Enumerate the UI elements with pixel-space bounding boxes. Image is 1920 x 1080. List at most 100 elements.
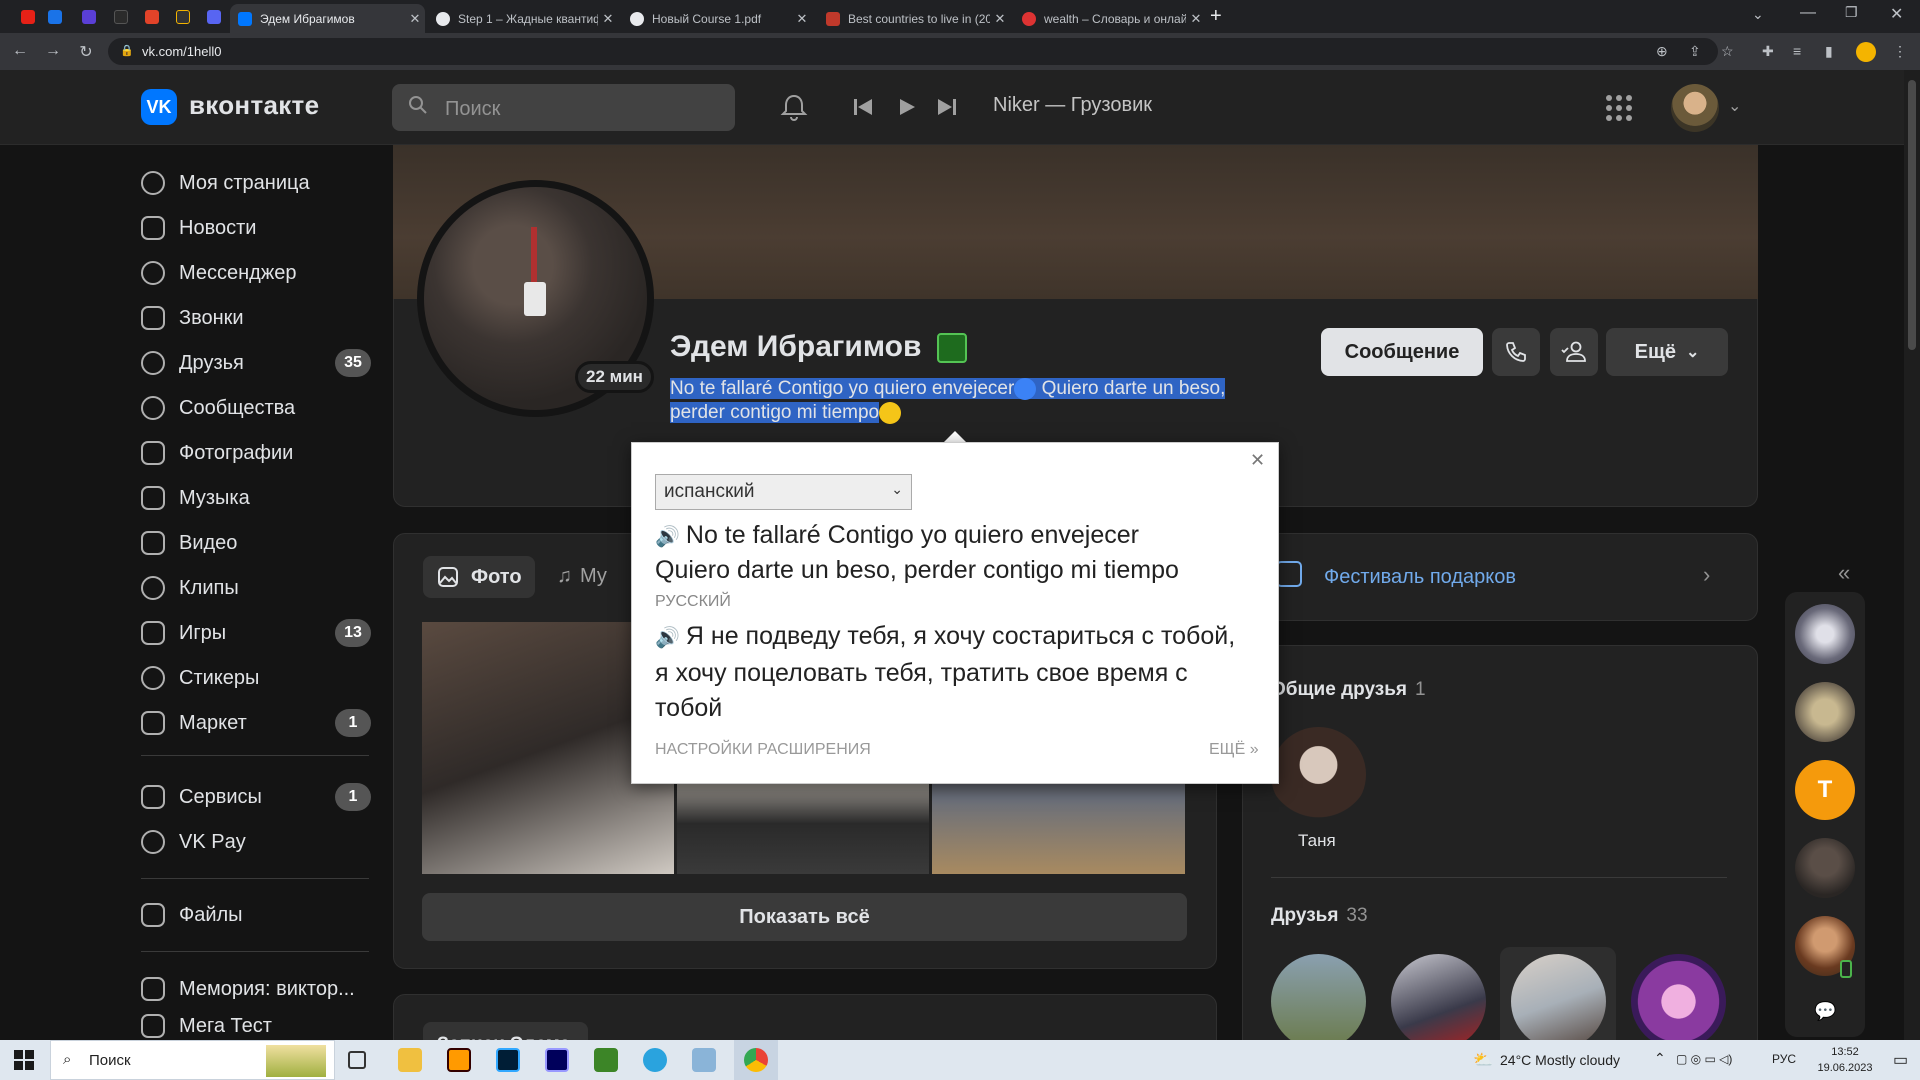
sidebar-item-messenger[interactable]: Мессенджер: [141, 253, 371, 293]
vk-wordmark[interactable]: вконтакте: [189, 90, 319, 121]
messenger-tab-icon[interactable]: [43, 6, 67, 28]
tray-icons[interactable]: ▢ ◎ ▭ ◁): [1676, 1052, 1732, 1066]
taskbar-search-input[interactable]: ⌕ Поиск: [50, 1040, 335, 1080]
sidepanel-icon[interactable]: ▮: [1825, 43, 1833, 60]
sidebar-item-games[interactable]: Игры 13: [141, 613, 371, 653]
more-link[interactable]: ЕЩЁ »: [1209, 741, 1259, 759]
notifications-icon[interactable]: ▭: [1893, 1050, 1908, 1070]
friend-avatar[interactable]: [1271, 954, 1366, 1049]
tab-search-icon[interactable]: ⌄: [1752, 6, 1764, 23]
close-icon[interactable]: ✕: [990, 11, 1010, 27]
friend-avatar[interactable]: [1391, 954, 1486, 1049]
weather-text[interactable]: 24°C Mostly cloudy: [1500, 1052, 1620, 1068]
clock[interactable]: 13:52 19.06.2023: [1810, 1044, 1880, 1076]
back-icon[interactable]: ←: [10, 42, 30, 60]
minimize-icon[interactable]: —: [1800, 4, 1816, 22]
profile-avatar-icon[interactable]: [1856, 42, 1876, 62]
minecraft-icon[interactable]: [594, 1048, 618, 1072]
premiere-icon[interactable]: [545, 1048, 569, 1072]
message-button[interactable]: Сообщение: [1321, 328, 1483, 376]
share-icon[interactable]: ⇪: [1689, 43, 1701, 60]
sidebar-item-files[interactable]: Файлы: [141, 895, 371, 935]
tab-photos[interactable]: Фото: [423, 556, 535, 598]
new-tab-icon[interactable]: +: [1210, 5, 1222, 28]
windows-start-icon[interactable]: [14, 1050, 34, 1070]
tab-music[interactable]: ♫ Му: [557, 565, 607, 588]
chevron-up-icon[interactable]: ⌃: [1654, 1050, 1666, 1067]
discord-tab-icon[interactable]: [202, 6, 226, 28]
chat-avatar-letter[interactable]: Т: [1795, 760, 1855, 820]
search-input[interactable]: Поиск: [392, 84, 735, 131]
sidebar-item-app-memoria[interactable]: Мемория: виктор...: [141, 969, 371, 1009]
sidebar-item-friends[interactable]: Друзья 35: [141, 343, 371, 383]
sidebar-item-video[interactable]: Видео: [141, 523, 371, 563]
sidebar-item-vkpay[interactable]: VK Pay: [141, 822, 371, 862]
reload-icon[interactable]: ↻: [76, 42, 96, 62]
window-close-icon[interactable]: ✕: [1890, 4, 1903, 24]
task-view-icon[interactable]: [348, 1051, 366, 1069]
sidebar-item-news[interactable]: Новости: [141, 208, 371, 248]
call-button[interactable]: [1492, 328, 1540, 376]
app-icon[interactable]: [692, 1048, 716, 1072]
next-track-icon[interactable]: [936, 97, 958, 117]
extensions-icon[interactable]: ✚: [1762, 43, 1774, 60]
zoom-icon[interactable]: ⊕: [1656, 43, 1668, 60]
chat-avatar[interactable]: [1795, 838, 1855, 898]
illustrator-icon[interactable]: [447, 1048, 471, 1072]
previous-track-icon[interactable]: [852, 97, 874, 117]
chat-avatar[interactable]: [1795, 682, 1855, 742]
friend-name[interactable]: Таня: [1298, 831, 1336, 851]
sidebar-item-stickers[interactable]: Стикеры: [141, 658, 371, 698]
close-icon[interactable]: ✕: [598, 11, 618, 27]
chat-bubble-icon[interactable]: 💬: [1814, 1001, 1836, 1022]
sidebar-item-services[interactable]: Сервисы 1: [141, 777, 371, 817]
source-language-select[interactable]: испанский ⌄: [655, 474, 912, 510]
omnibox[interactable]: 🔒 vk.com/1hell0: [108, 38, 1718, 65]
telegram-icon[interactable]: [643, 1048, 667, 1072]
bolt-tab-icon[interactable]: [171, 6, 195, 28]
close-icon[interactable]: ✕: [792, 11, 812, 27]
restore-icon[interactable]: ❐: [1845, 4, 1858, 21]
close-icon[interactable]: ✕: [1250, 450, 1265, 471]
media-icon[interactable]: ≡: [1793, 43, 1801, 59]
tab-vk-profile[interactable]: Эдем Ибрагимов ✕: [230, 4, 425, 33]
extension-settings-link[interactable]: НАСТРОЙКИ РАСШИРЕНИЯ: [655, 741, 871, 759]
close-icon[interactable]: ✕: [405, 11, 425, 27]
input-language[interactable]: РУС: [1772, 1052, 1796, 1066]
youtube-tab-icon[interactable]: [16, 6, 40, 28]
tab-countries[interactable]: Best countries to live in (2019) de ✕: [818, 4, 1010, 33]
sidebar-item-market[interactable]: Маркет 1: [141, 703, 371, 743]
menu-kebab-icon[interactable]: ⋮: [1893, 43, 1907, 60]
file-explorer-icon[interactable]: [398, 1048, 422, 1072]
vk-logo-icon[interactable]: VK: [141, 89, 177, 125]
stepik-tab-icon[interactable]: [77, 6, 101, 28]
sidebar-item-communities[interactable]: Сообщества: [141, 388, 371, 428]
mutual-friends-title[interactable]: Общие друзья 1: [1271, 679, 1426, 701]
friend-status-button[interactable]: [1550, 328, 1598, 376]
sidebar-item-app-mega-test[interactable]: Мега Тест: [141, 1012, 371, 1040]
friend-avatar[interactable]: [1271, 727, 1366, 822]
close-icon[interactable]: ✕: [1186, 11, 1206, 27]
gitlab-tab-icon[interactable]: [140, 6, 164, 28]
now-playing-track[interactable]: Niker — Грузовик: [993, 94, 1152, 117]
more-button[interactable]: Ещё ⌄: [1606, 328, 1728, 376]
sidebar-item-my-page[interactable]: Моя страница: [141, 163, 371, 203]
sidebar-item-calls[interactable]: Звонки: [141, 298, 371, 338]
github-tab-icon[interactable]: [109, 6, 133, 28]
chat-avatar[interactable]: [1795, 604, 1855, 664]
tab-dictionary[interactable]: wealth – Словарь и онлайн пере ✕: [1014, 4, 1206, 33]
tab-pdf[interactable]: Новый Course 1.pdf ✕: [622, 4, 812, 33]
chevron-down-icon[interactable]: ⌄: [1728, 96, 1741, 116]
friend-avatar[interactable]: [1511, 954, 1606, 1049]
profile-status[interactable]: No te fallaré Contigo yo quiero envejece…: [670, 377, 1250, 425]
chrome-icon[interactable]: [744, 1048, 768, 1072]
bookmark-star-icon[interactable]: ☆: [1721, 43, 1734, 60]
collapse-icon[interactable]: «: [1838, 560, 1850, 586]
show-all-button[interactable]: Показать всё: [422, 893, 1187, 941]
forward-icon[interactable]: →: [43, 42, 63, 60]
bell-icon[interactable]: [779, 92, 809, 122]
sidebar-item-photos[interactable]: Фотографии: [141, 433, 371, 473]
user-avatar[interactable]: [1671, 84, 1719, 132]
photoshop-icon[interactable]: [496, 1048, 520, 1072]
speaker-icon[interactable]: 🔊: [655, 627, 680, 649]
